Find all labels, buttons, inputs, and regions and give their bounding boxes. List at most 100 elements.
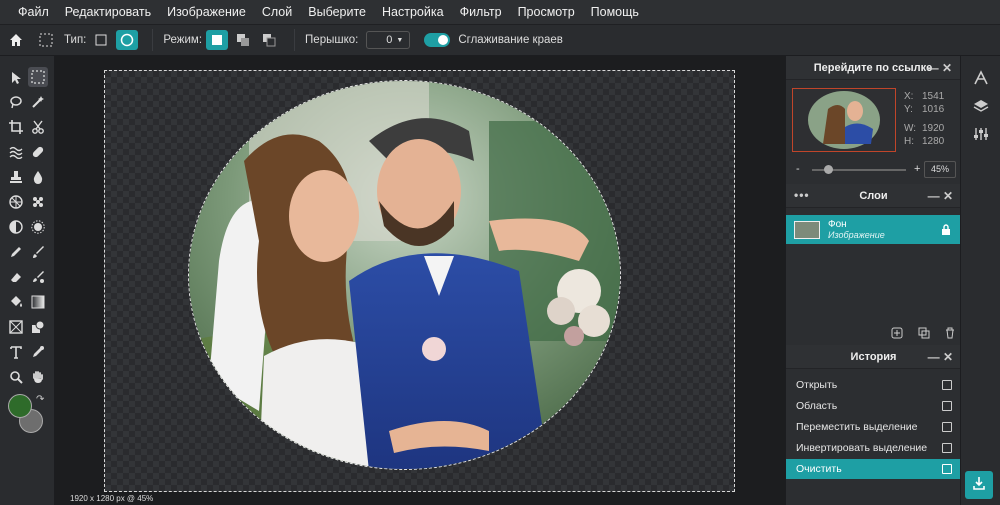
w-label: W: bbox=[904, 123, 917, 134]
marquee-tool-icon[interactable] bbox=[28, 67, 48, 87]
mode-label: Режим: bbox=[163, 34, 203, 46]
lock-icon[interactable] bbox=[941, 223, 951, 241]
zoom-input[interactable]: 45% bbox=[924, 161, 956, 178]
menu-image[interactable]: Изображение bbox=[167, 5, 246, 19]
lasso-tool-icon[interactable] bbox=[6, 92, 26, 112]
y-label: Y: bbox=[904, 104, 913, 115]
w-value: 1920 bbox=[922, 123, 945, 134]
download-icon bbox=[972, 476, 986, 495]
right-panel: Перейдите по ссылке — ✕ X: 1541 Y: 1016 W:… bbox=[785, 56, 961, 505]
x-value: 1541 bbox=[922, 91, 945, 102]
shape-tool-icon[interactable] bbox=[28, 317, 48, 337]
liquify-tool-icon[interactable] bbox=[6, 142, 26, 162]
divider bbox=[152, 29, 154, 51]
history-item[interactable]: Открыть bbox=[786, 375, 961, 395]
layers-panel-icon[interactable] bbox=[973, 98, 989, 119]
eyedropper-icon[interactable] bbox=[28, 342, 48, 362]
cut-tool-icon[interactable] bbox=[28, 117, 48, 137]
status-bar: 1920 x 1280 px @ 45% bbox=[70, 494, 154, 503]
paint-bucket-icon[interactable] bbox=[6, 292, 26, 312]
navigator-thumbnail[interactable] bbox=[792, 88, 896, 152]
add-layer-icon[interactable] bbox=[891, 326, 903, 340]
mode-add-button[interactable] bbox=[232, 30, 254, 50]
stamp-tool-icon[interactable] bbox=[6, 167, 26, 187]
antialias-toggle[interactable] bbox=[424, 33, 451, 47]
eraser-tool-icon[interactable] bbox=[6, 267, 26, 287]
zoom-in-button[interactable]: + bbox=[914, 163, 920, 175]
delete-layer-icon[interactable] bbox=[944, 326, 956, 340]
more-icon[interactable]: ••• bbox=[794, 188, 810, 202]
history-item-label: Очистить bbox=[796, 463, 842, 475]
dodge-tool-icon[interactable] bbox=[6, 217, 26, 237]
options-bar: Тип: Режим: Перышко: 0 ▼ Сглаживание крае… bbox=[0, 24, 1000, 56]
color-replace-icon[interactable] bbox=[28, 267, 48, 287]
layers-controls[interactable]: — ✕ bbox=[928, 189, 953, 203]
document-icon bbox=[942, 464, 952, 474]
magic-wand-icon[interactable] bbox=[28, 92, 48, 112]
antialias-label: Сглаживание краев bbox=[458, 34, 563, 46]
history-item[interactable]: Инвертировать выделение bbox=[786, 438, 961, 458]
layer-row[interactable]: Фон Изображение bbox=[786, 215, 961, 244]
heal-tool-icon[interactable] bbox=[28, 142, 48, 162]
burn-tool-icon[interactable] bbox=[28, 217, 48, 237]
menu-edit[interactable]: Редактировать bbox=[65, 5, 151, 19]
h-value: 1280 bbox=[922, 136, 945, 147]
navigator-info: X: 1541 Y: 1016 W: 1920 H: 1280 bbox=[904, 90, 944, 148]
menu-select[interactable]: Выберите bbox=[308, 5, 366, 19]
foreground-color-swatch[interactable] bbox=[8, 394, 32, 418]
selection-icon bbox=[942, 443, 952, 453]
menu-filter[interactable]: Фильтр bbox=[460, 5, 502, 19]
zoom-control: - + 45% bbox=[794, 161, 956, 178]
hand-tool-icon[interactable] bbox=[28, 367, 48, 387]
x-label: X: bbox=[904, 91, 914, 102]
selection-icon bbox=[942, 401, 952, 411]
menu-layer[interactable]: Слой bbox=[262, 5, 292, 19]
navigator-title: Перейдите по ссылке bbox=[813, 61, 933, 74]
layers-header: ••• Слои — ✕ bbox=[786, 184, 961, 208]
history-item-label: Инвертировать выделение bbox=[796, 442, 928, 454]
text-tool-icon[interactable] bbox=[6, 342, 26, 362]
feather-value: 0 bbox=[386, 34, 393, 46]
menu-adjust[interactable]: Настройка bbox=[382, 5, 444, 19]
blur-tool-icon[interactable] bbox=[28, 167, 48, 187]
zoom-slider-handle[interactable] bbox=[824, 165, 833, 174]
sponge-tool-icon[interactable] bbox=[6, 192, 26, 212]
menu-file[interactable]: Файл bbox=[18, 5, 49, 19]
type-label: Тип: bbox=[64, 34, 87, 46]
navigator-controls[interactable]: — ✕ bbox=[927, 61, 952, 75]
layer-type: Изображение bbox=[828, 229, 885, 240]
brush-tool-icon[interactable] bbox=[28, 242, 48, 262]
selection-marquee-icon bbox=[38, 32, 54, 48]
rect-type-button[interactable] bbox=[90, 30, 112, 50]
ellipse-type-button[interactable] bbox=[116, 30, 139, 50]
mode-subtract-button[interactable] bbox=[258, 30, 280, 50]
duplicate-layer-icon[interactable] bbox=[918, 326, 930, 340]
history-item[interactable]: Область bbox=[786, 396, 961, 416]
swap-colors-icon[interactable]: ↷ bbox=[36, 394, 44, 405]
feather-input[interactable]: 0 ▼ bbox=[366, 31, 411, 49]
layer-name: Фон bbox=[828, 218, 847, 230]
pencil-tool-icon[interactable] bbox=[6, 242, 26, 262]
crop-tool-icon[interactable] bbox=[6, 117, 26, 137]
history-controls[interactable]: — ✕ bbox=[928, 350, 953, 364]
history-item-label: Переместить выделение bbox=[796, 421, 918, 433]
gradient-tool-icon[interactable] bbox=[28, 292, 48, 312]
export-button[interactable] bbox=[965, 471, 993, 499]
zoom-out-button[interactable]: - bbox=[796, 163, 800, 175]
mode-new-button[interactable] bbox=[206, 30, 229, 50]
history-item[interactable]: Переместить выделение bbox=[786, 417, 961, 437]
text-panel-icon[interactable] bbox=[973, 70, 989, 91]
history-item-label: Открыть bbox=[796, 379, 838, 391]
menu-help[interactable]: Помощь bbox=[591, 5, 639, 19]
frame-tool-icon[interactable] bbox=[6, 317, 26, 337]
history-item-active[interactable]: Очистить bbox=[786, 459, 961, 479]
home-icon[interactable] bbox=[8, 32, 24, 48]
zoom-tool-icon[interactable] bbox=[6, 367, 26, 387]
menu-view[interactable]: Просмотр bbox=[518, 5, 575, 19]
adjust-panel-icon[interactable] bbox=[973, 126, 989, 147]
side-strip bbox=[960, 56, 1000, 505]
move-tool-icon[interactable] bbox=[6, 68, 26, 88]
selection-icon bbox=[942, 422, 952, 432]
y-value: 1016 bbox=[922, 104, 945, 115]
pattern-tool-icon[interactable] bbox=[28, 192, 48, 212]
